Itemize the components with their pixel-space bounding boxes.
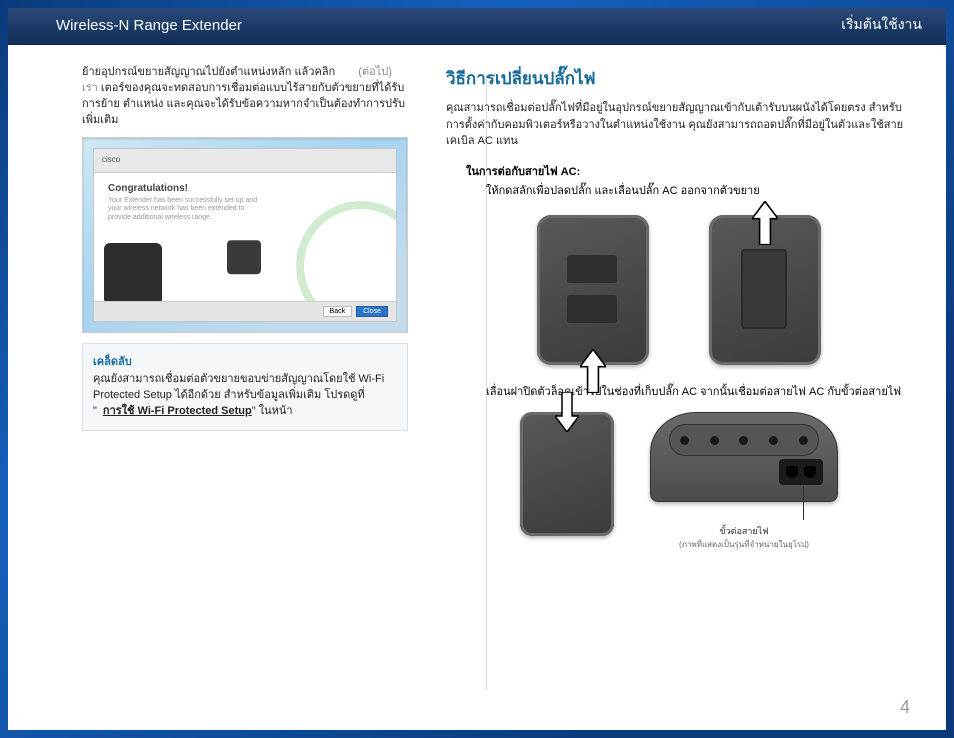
screenshot-device-illustration — [104, 243, 162, 305]
page-header: Wireless-N Range Extender เริ่มต้นใช้งาน — [8, 8, 946, 45]
screenshot-footer: Back Close — [94, 301, 396, 321]
ac-vent — [669, 424, 819, 456]
setup-screenshot: cisco Congratulations! Your Extender has… — [82, 137, 408, 333]
arrow-up-icon — [580, 349, 606, 393]
lead-paragraph: ย้ายอุปกรณ์ขยายสัญญาณไปยังตำแหน่งหลัก แล… — [82, 65, 408, 129]
screenshot-body: Congratulations! Your Extender has been … — [94, 183, 396, 311]
extender-back-illustration — [709, 215, 821, 365]
tip-body-text: คุณยังสามารถเชื่อมต่อตัวขยายขอบข่ายสัญญา… — [93, 373, 384, 401]
content-area: ย้ายอุปกรณ์ขยายสัญญาณไปยังตำแหน่งหลัก แล… — [8, 45, 946, 730]
vent-hole-icon — [680, 436, 689, 445]
tip-quote-open: " — [93, 405, 97, 417]
lead-text-a: ย้ายอุปกรณ์ขยายสัญญาณไปยังตำแหน่งหลัก แล… — [82, 66, 335, 78]
vent-hole-icon — [739, 436, 748, 445]
tip-link[interactable]: การใช้ Wi-Fi Protected Setup — [103, 404, 252, 420]
header-title-right: เริ่มต้นใช้งาน — [841, 14, 922, 36]
arrow-down-icon — [555, 392, 579, 428]
device-row-1 — [446, 215, 912, 365]
page-number: 4 — [900, 697, 910, 718]
extender-cover-illustration — [520, 412, 614, 536]
tip-tail: " ในหน้า — [252, 405, 293, 417]
vent-hole-icon — [799, 436, 808, 445]
ac-port-icon — [779, 459, 823, 485]
callout-line — [803, 486, 804, 520]
left-column: ย้ายอุปกรณ์ขยายสัญญาณไปยังตำแหน่งหลัก แล… — [26, 65, 408, 720]
ac-connector-illustration: ขั้วต่อสายไฟ (ภาพที่แสดงเป็นรุ่นที่จำหน่… — [650, 412, 838, 551]
subheading-ac: ในการต่อกับสายไฟ AC: — [466, 162, 912, 180]
lead-text-c: เตอร์ของคุณจะทดสอบการเชื่อมต่อแบบไร้สายก… — [82, 82, 405, 126]
section-heading: วิธีการเปลี่ยนปลั๊กไฟ — [446, 65, 912, 92]
screenshot-window: cisco Congratulations! Your Extender has… — [93, 148, 397, 322]
device-row-2: ขั้วต่อสายไฟ (ภาพที่แสดงเป็นรุ่นที่จำหน่… — [446, 412, 912, 551]
extender-front-illustration — [537, 215, 649, 365]
tip-box: เคล็ดลับ คุณยังสามารถเชื่อมต่อตัวขยายขอบ… — [82, 343, 408, 431]
intro-paragraph: คุณสามารถเชื่อมต่อปลั๊กไฟที่มีอยู่ในอุปก… — [446, 100, 912, 150]
vent-hole-icon — [710, 436, 719, 445]
screenshot-close-button: Close — [356, 306, 388, 317]
screenshot-item-illustration — [227, 240, 261, 274]
arrow-up-icon — [752, 201, 778, 245]
tip-title: เคล็ดลับ — [93, 352, 397, 370]
screenshot-subtext: Your Extender has been successfully set … — [108, 197, 258, 222]
ac-caption-sub: (ภาพที่แสดงเป็นรุ่นที่จำหน่ายในยุโรป) — [650, 538, 838, 551]
screenshot-brand: cisco — [94, 149, 396, 173]
ac-caption: ขั้วต่อสายไฟ (ภาพที่แสดงเป็นรุ่นที่จำหน่… — [650, 524, 838, 551]
header-title-left: Wireless-N Range Extender — [56, 17, 242, 34]
right-column: วิธีการเปลี่ยนปลั๊กไฟ คุณสามารถเชื่อมต่อ… — [436, 65, 912, 720]
step-1-text: ให้กดสลักเพื่อปลดปลั๊ก และเลื่อนปลั๊ก AC… — [486, 184, 912, 199]
vent-hole-icon — [769, 436, 778, 445]
tip-body: คุณยังสามารถเชื่อมต่อตัวขยายขอบข่ายสัญญา… — [93, 372, 397, 420]
screenshot-title: Congratulations! — [108, 183, 396, 194]
page-container: Wireless-N Range Extender เริ่มต้นใช้งาน… — [8, 8, 946, 730]
ac-shell — [650, 412, 838, 502]
screenshot-back-button: Back — [323, 306, 353, 317]
ac-caption-title: ขั้วต่อสายไฟ — [719, 526, 768, 536]
step-2-text: เลื่อนฝาปิดตัวล็อคเข้าไปในช่องที่เก็บปลั… — [486, 385, 912, 400]
